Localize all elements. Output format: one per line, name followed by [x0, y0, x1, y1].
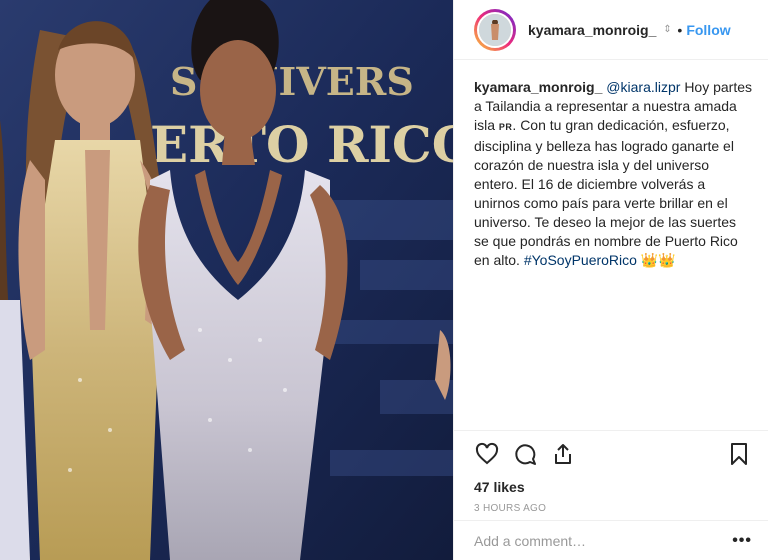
photo-illustration: S UNIVERS ERTO RICO — [0, 0, 453, 560]
caption-text-2: . Con tu gran dedicación, esfuerzo, disc… — [474, 117, 738, 268]
post-photo[interactable]: S UNIVERS ERTO RICO — [0, 0, 453, 560]
caption-mention[interactable]: @kiara.lizpr — [606, 79, 680, 95]
avatar[interactable] — [474, 8, 516, 51]
banner-line2: ERTO RICO — [150, 115, 453, 174]
follow-button[interactable]: Follow — [686, 22, 730, 38]
caption: kyamara_monroig_ @kiara.lizpr Hoy partes… — [454, 60, 768, 270]
bookmark-icon[interactable] — [726, 441, 752, 467]
comment-icon[interactable] — [512, 441, 538, 467]
separator-dot: • — [677, 21, 683, 38]
likes-count[interactable]: 47 likes — [474, 479, 752, 495]
post-sidebar: kyamara_monroig_ ⇕ • Follow kyamara_monr… — [453, 0, 768, 560]
caption-hashtag[interactable]: #YoSoyPueroRico — [524, 252, 637, 268]
heart-icon[interactable] — [474, 441, 500, 467]
share-icon[interactable] — [550, 441, 576, 467]
avatar-image — [477, 11, 513, 48]
crown-emoji-icon: 👑👑 — [640, 252, 676, 268]
puerto-rico-flag-icon: PR — [498, 122, 513, 132]
instagram-post: S UNIVERS ERTO RICO kyamara_monroig_ ⇕ •… — [0, 0, 768, 560]
avatar-photo-icon — [479, 13, 511, 46]
timestamp: 3 HOURS AGO — [474, 503, 547, 514]
comment-bar: ••• — [454, 520, 768, 560]
caption-username[interactable]: kyamara_monroig_ — [474, 79, 602, 95]
action-icons — [474, 439, 752, 469]
post-header: kyamara_monroig_ ⇕ • Follow — [454, 0, 768, 60]
action-bar: 47 likes 3 HOURS AGO — [454, 430, 768, 514]
sort-icon: ⇕ — [663, 23, 672, 35]
more-options-button[interactable]: ••• — [732, 532, 752, 550]
comment-input[interactable] — [474, 532, 733, 549]
header-username[interactable]: kyamara_monroig_ — [528, 22, 656, 38]
